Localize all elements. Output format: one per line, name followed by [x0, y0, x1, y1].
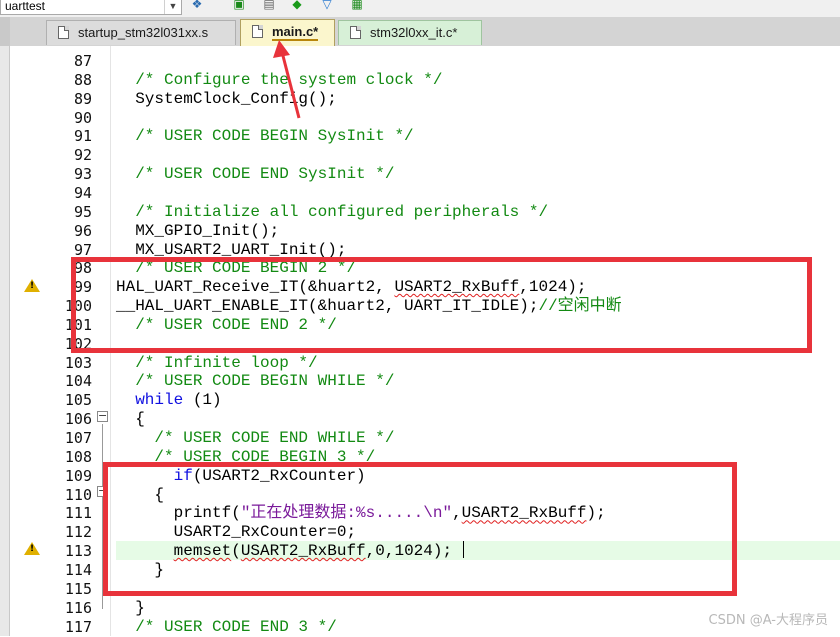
- breakpoint-gutter[interactable]: [0, 46, 10, 636]
- settings-icon[interactable]: ▦: [350, 0, 364, 11]
- line-number: 93: [73, 165, 92, 184]
- fold-guide: [102, 424, 103, 609]
- line-number: 100: [64, 297, 92, 316]
- code-line[interactable]: /* USER CODE BEGIN SysInit */: [116, 127, 413, 146]
- line-number: 114: [64, 560, 92, 579]
- debug-icon[interactable]: ▽: [320, 0, 334, 11]
- line-number: 96: [73, 221, 92, 240]
- code-line[interactable]: USART2_RxCounter=0;: [116, 523, 356, 542]
- line-number: 88: [73, 70, 92, 89]
- line-number: 90: [73, 108, 92, 127]
- text-caret: [463, 541, 464, 558]
- code-line[interactable]: memset(USART2_RxBuff,0,1024);: [116, 542, 452, 561]
- toolbar: uarttest ▼ ❖ ▣ ▤ ◆ ▽ ▦: [0, 0, 840, 17]
- line-number: 108: [64, 447, 92, 466]
- line-number: 110: [64, 485, 92, 504]
- warning-icon[interactable]: !: [24, 279, 40, 292]
- warning-icon[interactable]: !: [24, 542, 40, 555]
- line-number: 115: [64, 579, 92, 598]
- code-line[interactable]: /* Initialize all configured peripherals…: [116, 203, 548, 222]
- code-line[interactable]: }: [116, 561, 164, 580]
- chevron-down-icon[interactable]: ▼: [164, 0, 181, 14]
- target-select-value: uarttest: [5, 0, 46, 13]
- tab-label: startup_stm32l031xx.s: [78, 25, 209, 40]
- tab-startup-file[interactable]: startup_stm32l031xx.s: [46, 20, 236, 45]
- watermark: CSDN @A-大程序员: [708, 613, 829, 628]
- tab-label: main.c*: [272, 24, 319, 41]
- code-line[interactable]: /* USER CODE END 2 */: [116, 316, 337, 335]
- code-line[interactable]: /* USER CODE BEGIN 2 */: [116, 259, 356, 278]
- fold-toggle-icon[interactable]: −: [97, 410, 108, 422]
- tab-bar-edge: [0, 17, 10, 46]
- download-icon[interactable]: ◆: [290, 0, 304, 11]
- code-line[interactable]: printf("正在处理数据:%s.....\n",USART2_RxBuff)…: [116, 504, 606, 523]
- code-line[interactable]: /* USER CODE BEGIN 3 */: [116, 448, 375, 467]
- target-select[interactable]: uarttest ▼: [0, 0, 182, 15]
- code-line[interactable]: /* USER CODE END SysInit */: [116, 165, 394, 184]
- line-number: 116: [64, 598, 92, 617]
- build-icon[interactable]: ▤: [262, 0, 276, 11]
- code-line[interactable]: MX_USART2_UART_Init();: [116, 241, 346, 260]
- code-line[interactable]: if(USART2_RxCounter): [116, 467, 366, 486]
- line-number: 102: [64, 334, 92, 353]
- code-line[interactable]: }: [116, 599, 145, 618]
- file-icon: [350, 26, 361, 39]
- line-number: 105: [64, 391, 92, 410]
- line-number: 94: [73, 183, 92, 202]
- tab-it-file[interactable]: stm32l0xx_it.c*: [338, 20, 482, 45]
- line-number: 91: [73, 127, 92, 146]
- line-number: 107: [64, 429, 92, 447]
- code-line[interactable]: /* Configure the system clock */: [116, 71, 442, 90]
- code-line[interactable]: /* USER CODE END WHILE */: [116, 429, 394, 448]
- line-number: 109: [64, 466, 92, 485]
- code-line[interactable]: /* USER CODE END 3 */: [116, 618, 337, 637]
- line-number: 101: [64, 315, 92, 334]
- fold-toggle-icon[interactable]: −: [97, 485, 108, 497]
- code-line[interactable]: while (1): [116, 391, 221, 410]
- line-number: 106: [64, 410, 92, 429]
- line-number: 104: [64, 372, 92, 391]
- line-number: 103: [64, 353, 92, 372]
- code-line[interactable]: HAL_UART_Receive_IT(&huart2, USART2_RxBu…: [116, 278, 587, 297]
- code-line[interactable]: __HAL_UART_ENABLE_IT(&huart2, UART_IT_ID…: [116, 297, 622, 316]
- file-icon: [58, 26, 69, 39]
- line-number: 117: [64, 617, 92, 636]
- file-icon: [252, 25, 263, 38]
- target-options-icon[interactable]: ❖: [190, 0, 204, 11]
- line-number: 111: [64, 504, 92, 523]
- manage-components-icon[interactable]: ▣: [232, 0, 246, 11]
- code-line[interactable]: {: [116, 486, 164, 505]
- code-line[interactable]: {: [116, 410, 145, 429]
- line-number: 87: [73, 52, 92, 70]
- code-line[interactable]: /* Infinite loop */: [116, 354, 317, 373]
- code-line[interactable]: SystemClock_Config();: [116, 90, 337, 109]
- line-number: 92: [73, 146, 92, 165]
- tab-label: stm32l0xx_it.c*: [370, 25, 458, 40]
- code-line[interactable]: MX_GPIO_Init();: [116, 222, 279, 241]
- line-number: 97: [73, 240, 92, 259]
- line-number: 89: [73, 89, 92, 108]
- line-number: 112: [64, 523, 92, 542]
- line-number: 98: [73, 259, 92, 278]
- code-line[interactable]: /* USER CODE BEGIN WHILE */: [116, 372, 394, 391]
- tab-main-c[interactable]: main.c*: [240, 19, 335, 46]
- editor-separator: [110, 46, 111, 636]
- line-number: 95: [73, 202, 92, 221]
